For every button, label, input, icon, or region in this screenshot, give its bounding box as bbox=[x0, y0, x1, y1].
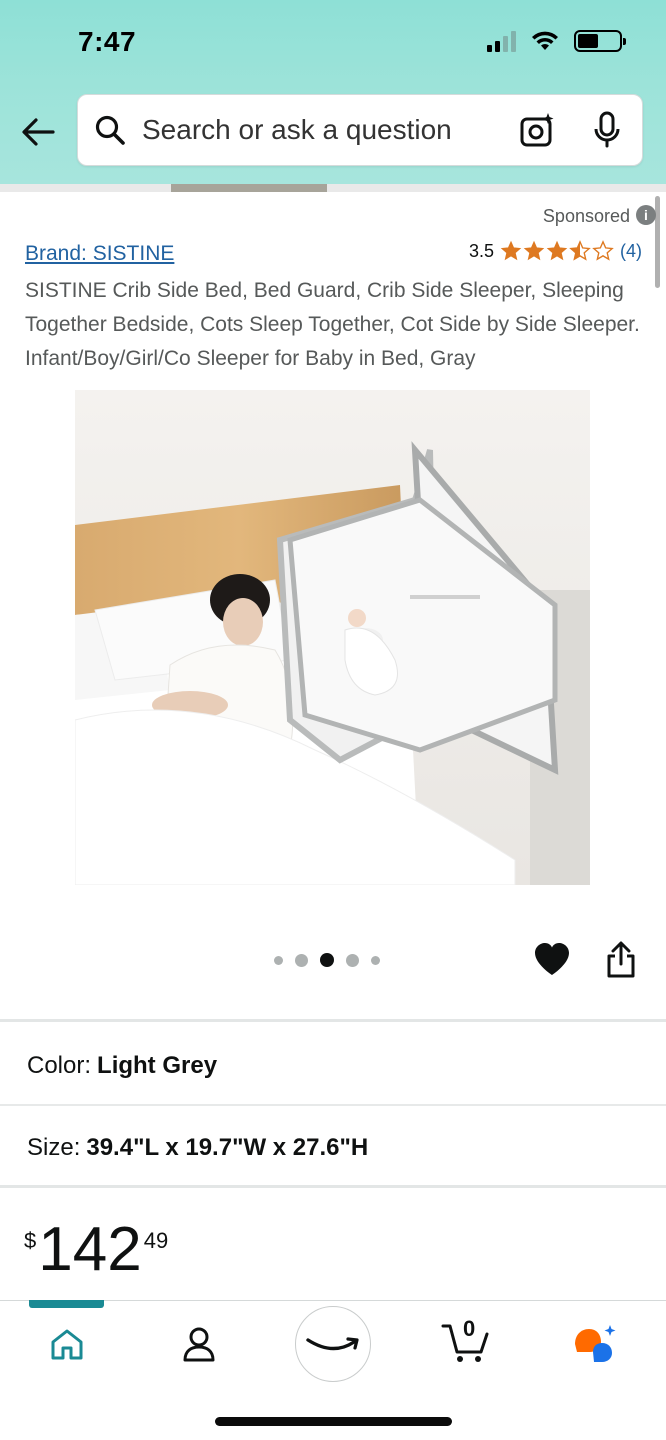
nav-menu[interactable] bbox=[295, 1306, 371, 1382]
section-divider bbox=[0, 1019, 666, 1022]
star-half-icon bbox=[569, 240, 591, 261]
heart-icon bbox=[535, 943, 569, 975]
color-label: Color: bbox=[27, 1052, 92, 1079]
previous-item-thumbnail bbox=[171, 184, 327, 192]
price: $ 142 49 bbox=[24, 1218, 168, 1282]
color-selector[interactable]: Color: Light Grey bbox=[27, 1052, 217, 1080]
size-selector[interactable]: Size: 39.4"L x 19.7"W x 27.6"H bbox=[27, 1134, 368, 1162]
star-full-icon bbox=[500, 240, 522, 261]
color-value: Light Grey bbox=[97, 1052, 218, 1079]
pagination-dot[interactable] bbox=[371, 955, 380, 965]
pagination-dot[interactable] bbox=[295, 953, 308, 967]
nav-active-indicator bbox=[29, 1300, 104, 1308]
sponsored-label: Sponsored bbox=[542, 206, 630, 226]
nav-cart[interactable]: 0 bbox=[440, 1316, 492, 1366]
scrollbar[interactable] bbox=[655, 196, 660, 288]
product-title[interactable]: SISTINE Crib Side Bed, Bed Guard, Crib S… bbox=[25, 274, 645, 376]
signal-icon bbox=[487, 30, 516, 52]
image-pagination[interactable] bbox=[274, 953, 380, 967]
brand-link[interactable]: Brand: SISTINE bbox=[25, 242, 174, 266]
status-icons bbox=[487, 30, 626, 52]
home-icon bbox=[51, 1329, 83, 1360]
size-value: 39.4"L x 19.7"W x 27.6"H bbox=[86, 1134, 369, 1161]
cart-count-badge: 0 bbox=[463, 1316, 476, 1341]
microphone-icon[interactable] bbox=[592, 111, 622, 149]
info-icon[interactable]: i bbox=[636, 205, 656, 225]
person-icon bbox=[183, 1327, 215, 1362]
row-divider bbox=[0, 1104, 666, 1106]
battery-icon bbox=[574, 30, 626, 52]
amazon-smile-icon bbox=[306, 1337, 359, 1351]
rating-score: 3.5 bbox=[468, 240, 494, 261]
nav-account[interactable] bbox=[177, 1322, 221, 1366]
search-icon bbox=[95, 115, 125, 145]
rating-count[interactable]: (4) bbox=[620, 241, 642, 262]
previous-item-strip bbox=[0, 184, 666, 192]
share-button[interactable] bbox=[602, 940, 640, 980]
product-image[interactable] bbox=[75, 390, 590, 885]
rating-stars bbox=[500, 240, 614, 262]
nav-rufus[interactable] bbox=[572, 1322, 620, 1364]
back-arrow-icon bbox=[22, 118, 55, 146]
rufus-icon bbox=[575, 1325, 616, 1362]
pagination-dot-active[interactable] bbox=[320, 953, 334, 967]
status-time: 7:47 bbox=[78, 26, 137, 57]
pagination-dot[interactable] bbox=[274, 955, 283, 965]
price-whole: 142 bbox=[38, 1215, 142, 1284]
rating-summary[interactable]: 3.5 (4) bbox=[469, 240, 642, 262]
price-currency: $ bbox=[24, 1228, 37, 1253]
search-bar[interactable]: Search or ask a question bbox=[77, 94, 643, 166]
search-input[interactable]: Search or ask a question bbox=[142, 114, 518, 146]
star-empty-icon bbox=[592, 240, 614, 261]
section-divider bbox=[0, 1185, 666, 1188]
wishlist-button[interactable] bbox=[532, 940, 572, 980]
camera-search-icon[interactable] bbox=[518, 111, 556, 149]
back-button[interactable] bbox=[18, 112, 58, 152]
nav-home[interactable] bbox=[45, 1322, 89, 1366]
star-full-icon bbox=[523, 240, 545, 261]
star-full-icon bbox=[546, 240, 568, 261]
share-icon bbox=[607, 941, 635, 978]
size-label: Size: bbox=[27, 1134, 81, 1161]
wifi-icon bbox=[532, 31, 558, 50]
home-indicator[interactable] bbox=[215, 1417, 452, 1426]
pagination-dot[interactable] bbox=[346, 953, 359, 967]
product-photo bbox=[75, 390, 590, 885]
price-fraction: 49 bbox=[143, 1228, 169, 1253]
